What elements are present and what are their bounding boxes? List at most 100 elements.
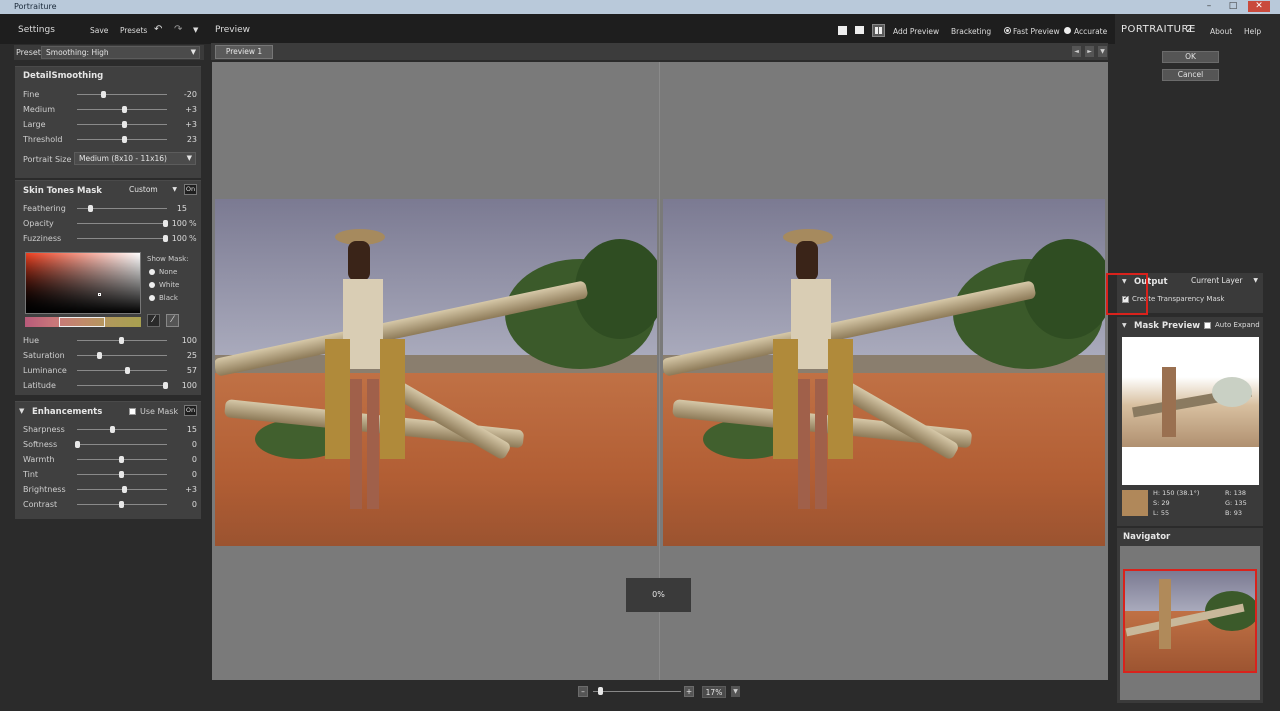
enhancement-slider-track[interactable]: [77, 429, 167, 430]
enhancement-slider-value[interactable]: +3: [165, 485, 197, 494]
navigator-canvas[interactable]: [1120, 546, 1260, 700]
enhancement-slider-value[interactable]: 0: [165, 500, 197, 509]
hsl-slider-row: Saturation 25: [15, 349, 200, 363]
detail-slider-value[interactable]: +3: [165, 120, 197, 129]
help-button[interactable]: Help: [1244, 27, 1261, 36]
preset-row: Preset Smoothing: High ▼: [14, 45, 204, 60]
enhancements-title: Enhancements: [32, 407, 103, 417]
hsl-slider-value[interactable]: 57: [165, 366, 197, 375]
presets-button[interactable]: Presets: [120, 26, 147, 35]
detail-slider-knob[interactable]: [121, 136, 127, 143]
zoom-in-button[interactable]: +: [684, 686, 694, 697]
zoom-out-button[interactable]: –: [578, 686, 588, 697]
split-vertical-icon[interactable]: [872, 24, 885, 37]
hsl-slider-value[interactable]: 100: [165, 381, 197, 390]
detail-slider-track[interactable]: [77, 94, 167, 95]
fast-preview-radio[interactable]: [1004, 27, 1011, 34]
enhancement-slider-value[interactable]: 0: [165, 440, 197, 449]
chevron-down-icon: ▼: [172, 186, 177, 193]
enhancement-slider-value[interactable]: 15: [165, 425, 197, 434]
enhancement-slider-value[interactable]: 0: [165, 470, 197, 479]
navigator-viewport[interactable]: [1123, 569, 1257, 673]
enhancement-slider-knob[interactable]: [119, 501, 124, 508]
collapse-icon[interactable]: ▼: [19, 407, 24, 415]
hsl-slider-knob[interactable]: [97, 352, 102, 359]
enhancement-slider-knob[interactable]: [119, 456, 124, 463]
show-mask-white-radio[interactable]: [149, 282, 155, 288]
skin-slider-value[interactable]: 15: [155, 204, 187, 213]
tab-menu-icon[interactable]: ▼: [1098, 46, 1107, 57]
show-mask-black-radio[interactable]: [149, 295, 155, 301]
detail-slider-value[interactable]: +3: [165, 105, 197, 114]
skin-slider-knob[interactable]: [88, 205, 94, 212]
hsl-slider-track[interactable]: [77, 385, 167, 386]
eyedropper-add-icon[interactable]: ⁄: [166, 314, 179, 327]
hue-range-selector[interactable]: [59, 317, 105, 327]
detail-slider-value[interactable]: 23: [165, 135, 197, 144]
picker-marker[interactable]: [98, 293, 101, 296]
undo-icon[interactable]: ↶: [154, 24, 162, 35]
preview-title: Preview: [215, 25, 251, 35]
skin-slider-track[interactable]: [77, 238, 167, 239]
save-button[interactable]: Save: [90, 26, 108, 35]
detail-slider-knob[interactable]: [121, 106, 127, 113]
bracketing-button[interactable]: Bracketing: [951, 27, 991, 36]
minimize-button[interactable]: –: [1198, 1, 1220, 12]
accurate-radio[interactable]: [1064, 27, 1071, 34]
ok-button[interactable]: OK: [1162, 51, 1219, 63]
about-button[interactable]: About: [1210, 27, 1232, 36]
enhancement-slider-knob[interactable]: [110, 426, 116, 433]
preset-dropdown[interactable]: Smoothing: High ▼: [41, 46, 200, 59]
skin-mask-on-toggle[interactable]: On: [184, 184, 197, 195]
hue-range-bar[interactable]: [25, 317, 141, 327]
enhancement-slider-label: Softness: [23, 440, 58, 449]
hsl-slider-track[interactable]: [77, 355, 167, 356]
eyedropper-icon[interactable]: ⁄: [147, 314, 160, 327]
split-horizontal-icon[interactable]: [855, 26, 864, 35]
zoom-slider[interactable]: [593, 691, 681, 692]
skin-mode-dropdown[interactable]: Custom ▼: [125, 184, 179, 196]
collapse-icon[interactable]: ▼: [1122, 322, 1127, 329]
cancel-button[interactable]: Cancel: [1162, 69, 1219, 81]
color-gradient-picker[interactable]: [25, 252, 141, 314]
enhancement-slider-value[interactable]: 0: [165, 455, 197, 464]
hsl-slider-knob[interactable]: [119, 337, 124, 344]
skin-slider-track[interactable]: [77, 223, 167, 224]
next-tab-icon[interactable]: ►: [1085, 46, 1094, 57]
single-view-icon[interactable]: [838, 26, 847, 35]
show-mask-none-radio[interactable]: [149, 269, 155, 275]
prev-tab-icon[interactable]: ◄: [1072, 46, 1081, 57]
enhancement-slider-knob[interactable]: [75, 441, 80, 448]
hsl-slider-knob[interactable]: [125, 367, 131, 374]
redo-icon[interactable]: ↷: [174, 24, 182, 35]
settings-menu-icon[interactable]: ▼: [193, 26, 198, 34]
detail-slider-row: Medium +3: [15, 103, 200, 117]
sampled-color-swatch: [1122, 490, 1148, 516]
maximize-button[interactable]: □: [1222, 1, 1244, 12]
output-dropdown[interactable]: Current Layer ▼: [1187, 275, 1260, 288]
zoom-menu-icon[interactable]: ▼: [731, 686, 740, 697]
settings-title: Settings: [18, 25, 55, 35]
enhancement-slider-knob[interactable]: [121, 486, 127, 493]
hsl-slider-value[interactable]: 25: [165, 351, 197, 360]
skin-slider-unit: %: [189, 219, 197, 228]
hsl-slider-value[interactable]: 100: [165, 336, 197, 345]
skin-slider-value[interactable]: 100: [155, 234, 187, 243]
enhancement-slider-knob[interactable]: [119, 471, 124, 478]
zoom-value[interactable]: 17%: [702, 686, 726, 698]
enhancement-slider-track[interactable]: [77, 444, 167, 445]
detail-slider-knob[interactable]: [121, 121, 127, 128]
zoom-slider-knob[interactable]: [598, 687, 603, 695]
mask-preview-image: [1122, 337, 1259, 485]
auto-expand-checkbox[interactable]: [1204, 322, 1211, 329]
detail-slider-knob[interactable]: [101, 91, 107, 98]
skin-slider-value[interactable]: 100: [155, 219, 187, 228]
add-preview-button[interactable]: Add Preview: [893, 27, 939, 36]
portrait-size-dropdown[interactable]: Medium (8x10 - 11x16) ▼: [74, 152, 196, 165]
use-mask-checkbox[interactable]: [129, 408, 136, 415]
detail-slider-value[interactable]: -20: [165, 90, 197, 99]
hsl-slider-track[interactable]: [77, 370, 167, 371]
tab-preview-1[interactable]: Preview 1: [215, 45, 273, 59]
close-window-button[interactable]: ✕: [1248, 1, 1270, 12]
enhancements-on-toggle[interactable]: On: [184, 405, 197, 416]
